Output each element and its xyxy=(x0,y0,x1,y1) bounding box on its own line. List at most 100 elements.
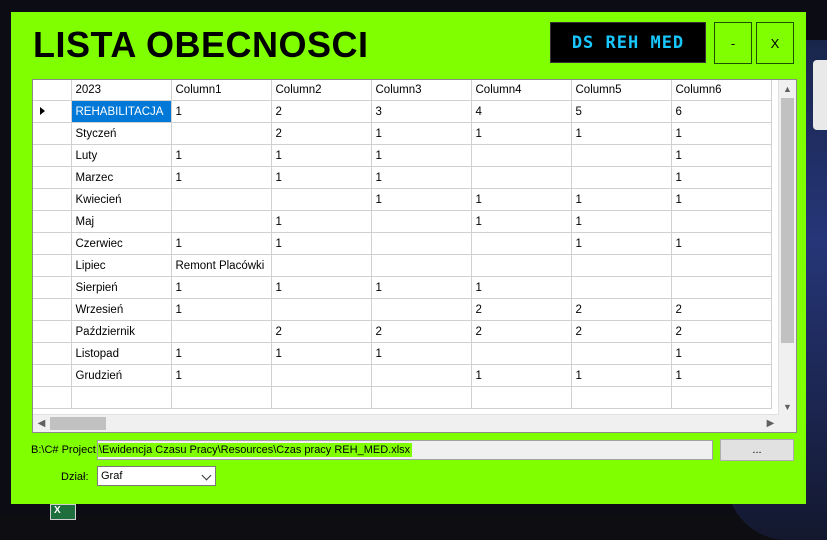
table-cell[interactable] xyxy=(371,364,472,387)
table-row[interactable]: Kwiecień 1 1 1 1 xyxy=(33,188,772,211)
table-cell[interactable]: 2 xyxy=(571,320,672,343)
table-cell[interactable]: Maj xyxy=(71,210,172,233)
table-cell[interactable]: 1 xyxy=(271,144,372,167)
table-cell[interactable]: 1 xyxy=(271,210,372,233)
dzial-select[interactable]: Graf xyxy=(97,466,216,486)
table-cell[interactable]: 5 xyxy=(571,100,672,123)
table-cell[interactable]: 1 xyxy=(171,276,272,299)
table-cell[interactable]: 1 xyxy=(571,232,672,255)
table-cell[interactable]: 1 xyxy=(671,144,772,167)
excel-icon[interactable]: X xyxy=(50,504,76,520)
table-row[interactable]: Czerwiec 1 1 1 1 xyxy=(33,232,772,255)
table-cell[interactable] xyxy=(371,298,472,321)
table-cell[interactable]: 2 xyxy=(371,320,472,343)
table-cell[interactable] xyxy=(371,232,472,255)
row-header[interactable] xyxy=(33,364,72,387)
table-cell[interactable]: Styczeń xyxy=(71,122,172,145)
table-cell[interactable]: 1 xyxy=(671,342,772,365)
table-cell[interactable] xyxy=(271,386,372,409)
table-cell[interactable] xyxy=(571,276,672,299)
column-header[interactable]: Column5 xyxy=(571,80,672,101)
column-header[interactable]: Column2 xyxy=(271,80,372,101)
table-cell[interactable]: 1 xyxy=(571,210,672,233)
table-cell[interactable] xyxy=(271,364,372,387)
table-cell[interactable]: 1 xyxy=(371,188,472,211)
table-cell[interactable]: 1 xyxy=(171,232,272,255)
table-cell[interactable]: 1 xyxy=(271,342,372,365)
table-cell[interactable] xyxy=(171,386,272,409)
table-cell[interactable]: Luty xyxy=(71,144,172,167)
row-header[interactable] xyxy=(33,188,72,211)
table-cell[interactable]: Czerwiec xyxy=(71,232,172,255)
row-header[interactable] xyxy=(33,298,72,321)
table-cell[interactable] xyxy=(371,254,472,277)
table-cell[interactable]: 1 xyxy=(671,232,772,255)
browse-button[interactable]: ... xyxy=(720,439,794,461)
column-header[interactable]: Column6 xyxy=(671,80,772,101)
table-cell[interactable]: 6 xyxy=(671,100,772,123)
table-cell[interactable] xyxy=(571,386,672,409)
table-row[interactable]: Styczeń 2 1 1 1 1 xyxy=(33,122,772,145)
table-cell[interactable] xyxy=(571,166,672,189)
table-cell[interactable]: Marzec xyxy=(71,166,172,189)
table-cell[interactable] xyxy=(271,254,372,277)
table-cell[interactable]: 1 xyxy=(471,188,572,211)
table-cell[interactable]: 1 xyxy=(671,166,772,189)
table-row[interactable]: Marzec 1 1 1 1 xyxy=(33,166,772,189)
table-cell[interactable] xyxy=(471,166,572,189)
table-cell[interactable] xyxy=(471,232,572,255)
table-cell[interactable]: 1 xyxy=(571,188,672,211)
row-header[interactable] xyxy=(33,276,72,299)
row-header[interactable] xyxy=(33,122,72,145)
table-cell[interactable]: 4 xyxy=(471,100,572,123)
table-cell[interactable]: 1 xyxy=(171,166,272,189)
table-cell[interactable]: 1 xyxy=(271,166,372,189)
table-cell[interactable]: 1 xyxy=(371,342,472,365)
close-button[interactable]: X xyxy=(756,22,794,64)
table-cell[interactable] xyxy=(471,342,572,365)
table-cell[interactable]: 2 xyxy=(471,298,572,321)
table-cell[interactable] xyxy=(671,210,772,233)
table-cell[interactable]: Remont Placówki xyxy=(171,254,272,277)
table-cell[interactable]: 2 xyxy=(571,298,672,321)
table-cell[interactable]: Wrzesień xyxy=(71,298,172,321)
table-cell[interactable]: 1 xyxy=(171,364,272,387)
column-header[interactable]: Column1 xyxy=(171,80,272,101)
table-cell[interactable]: 1 xyxy=(371,276,472,299)
table-cell[interactable] xyxy=(471,386,572,409)
row-header[interactable] xyxy=(33,166,72,189)
attendance-grid[interactable]: 2023 Column1 Column2 Column3 Column4 Column5 C… xyxy=(32,79,797,433)
table-cell[interactable] xyxy=(171,210,272,233)
table-cell[interactable] xyxy=(171,122,272,145)
table-cell[interactable]: 1 xyxy=(671,188,772,211)
table-cell[interactable]: 1 xyxy=(371,144,472,167)
table-cell[interactable]: 1 xyxy=(271,276,372,299)
table-cell[interactable] xyxy=(171,320,272,343)
table-cell[interactable]: 1 xyxy=(471,122,572,145)
table-cell[interactable] xyxy=(271,188,372,211)
table-cell[interactable]: Listopad xyxy=(71,342,172,365)
table-cell[interactable] xyxy=(71,386,172,409)
table-cell[interactable]: Grudzień xyxy=(71,364,172,387)
table-cell[interactable] xyxy=(171,188,272,211)
table-cell[interactable]: 1 xyxy=(271,232,372,255)
table-cell[interactable] xyxy=(571,144,672,167)
table-cell[interactable] xyxy=(571,254,672,277)
table-cell[interactable]: 2 xyxy=(671,298,772,321)
minimize-button[interactable]: - xyxy=(714,22,752,64)
row-header[interactable] xyxy=(33,320,72,343)
table-cell[interactable]: 1 xyxy=(671,122,772,145)
table-cell[interactable] xyxy=(671,254,772,277)
grid-corner-cell[interactable] xyxy=(33,80,72,101)
row-header[interactable] xyxy=(33,254,72,277)
horizontal-scroll-thumb[interactable] xyxy=(50,417,106,430)
table-cell[interactable]: Kwiecień xyxy=(71,188,172,211)
table-row[interactable]: Lipiec Remont Placówki xyxy=(33,254,772,277)
table-row[interactable] xyxy=(33,386,772,409)
table-cell[interactable]: REHABILITACJA xyxy=(71,100,172,123)
table-cell[interactable] xyxy=(371,210,472,233)
table-row[interactable]: Maj 1 1 1 xyxy=(33,210,772,233)
table-row[interactable]: REHABILITACJA 1 2 3 4 5 6 xyxy=(33,100,772,123)
table-cell[interactable]: Październik xyxy=(71,320,172,343)
table-cell[interactable]: 1 xyxy=(371,122,472,145)
